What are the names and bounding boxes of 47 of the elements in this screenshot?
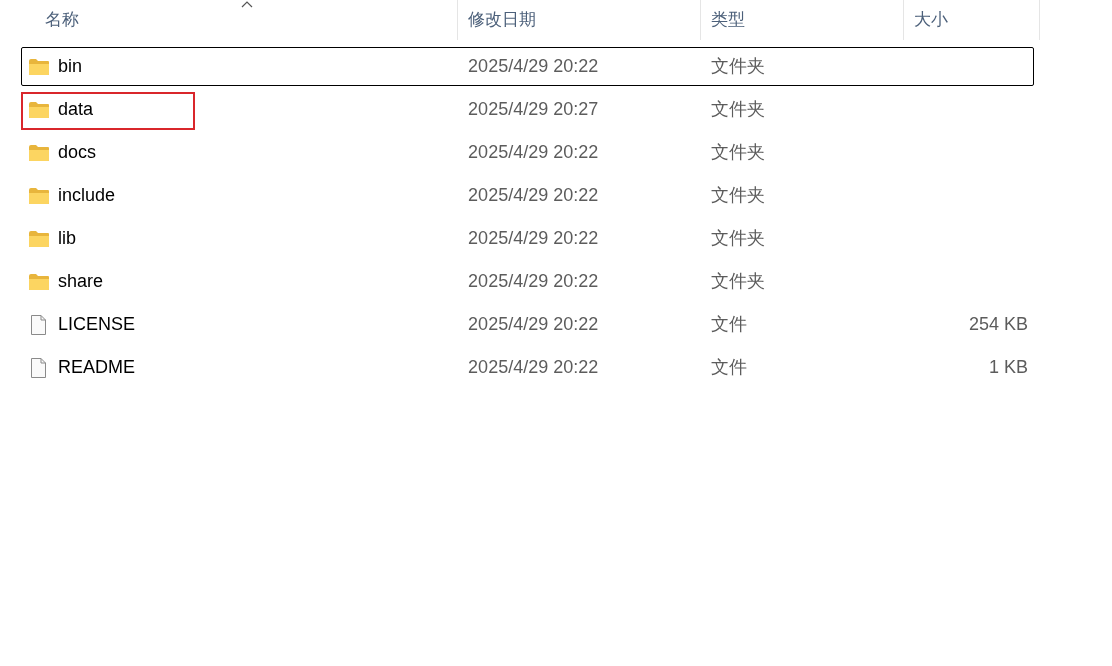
modified-date: 2025/4/29 20:22 — [468, 357, 599, 377]
file-type: 文件夹 — [710, 185, 765, 205]
file-name: data — [58, 98, 94, 121]
modified-date: 2025/4/29 20:22 — [468, 142, 599, 162]
modified-date: 2025/4/29 20:22 — [468, 56, 599, 76]
column-header[interactable]: 大小 — [904, 0, 1040, 40]
file-type: 文件夹 — [710, 99, 765, 119]
modified-date: 2025/4/29 20:22 — [468, 314, 599, 334]
file-row[interactable]: README 2025/4/29 20:22 文件 1 KB — [21, 348, 1034, 387]
column-header[interactable]: 修改日期 — [458, 0, 701, 40]
sort-up-icon — [241, 1, 253, 8]
file-name: LICENSE — [58, 313, 136, 336]
column-header[interactable]: 名称 — [0, 0, 458, 40]
column-header[interactable]: 类型 — [701, 0, 904, 40]
folder-icon — [28, 272, 50, 291]
modified-date: 2025/4/29 20:22 — [468, 228, 599, 248]
file-row[interactable]: bin 2025/4/29 20:22 文件夹 — [21, 47, 1034, 86]
file-name: bin — [58, 55, 83, 78]
file-type: 文件 — [710, 357, 747, 377]
file-type: 文件 — [710, 314, 747, 334]
file-row[interactable]: include 2025/4/29 20:22 文件夹 — [21, 176, 1034, 215]
folder-icon — [28, 186, 50, 205]
file-row[interactable]: data 2025/4/29 20:27 文件夹 — [21, 90, 1034, 129]
file-type: 文件夹 — [710, 56, 765, 76]
modified-date: 2025/4/29 20:22 — [468, 271, 599, 291]
file-type: 文件夹 — [710, 271, 765, 291]
file-type: 文件夹 — [710, 142, 765, 162]
file-row[interactable]: docs 2025/4/29 20:22 文件夹 — [21, 133, 1034, 172]
file-row[interactable]: share 2025/4/29 20:22 文件夹 — [21, 262, 1034, 301]
folder-icon — [28, 57, 50, 76]
file-name: lib — [58, 227, 76, 250]
modified-date: 2025/4/29 20:22 — [468, 185, 599, 205]
file-icon — [30, 313, 47, 336]
file-size: 1 KB — [988, 357, 1028, 377]
file-name: docs — [58, 141, 97, 164]
file-type: 文件夹 — [710, 228, 765, 248]
file-name: share — [58, 270, 104, 293]
file-name: include — [58, 184, 116, 207]
file-size: 254 KB — [968, 314, 1028, 334]
file-row[interactable]: LICENSE 2025/4/29 20:22 文件 254 KB — [21, 305, 1034, 344]
folder-icon — [28, 100, 50, 119]
file-icon — [30, 356, 47, 379]
file-name: README — [58, 356, 135, 379]
file-row[interactable]: lib 2025/4/29 20:22 文件夹 — [21, 219, 1034, 258]
folder-icon — [28, 229, 50, 248]
folder-icon — [28, 143, 50, 162]
modified-date: 2025/4/29 20:27 — [468, 99, 599, 119]
